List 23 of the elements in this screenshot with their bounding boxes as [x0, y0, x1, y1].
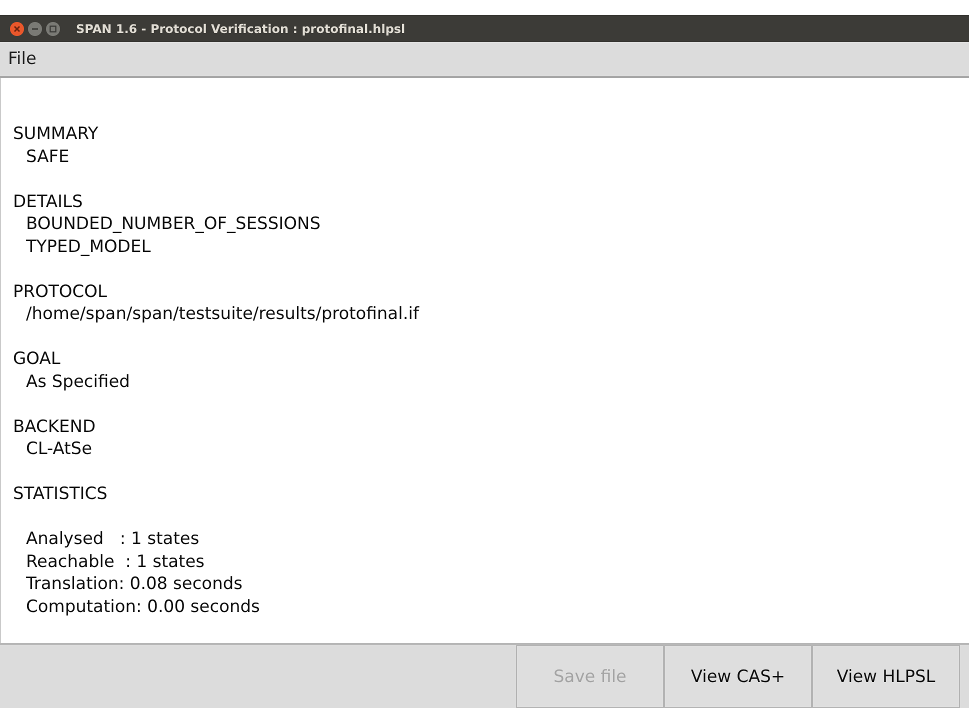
menu-item[interactable]: File: [8, 49, 36, 69]
maximize-icon[interactable]: [46, 22, 60, 36]
section-value: SAFE: [25, 146, 70, 168]
action-button[interactable]: View HLPSL: [812, 645, 960, 708]
minimize-icon[interactable]: [28, 22, 42, 36]
section-heading: PROTOCOL: [13, 280, 108, 303]
statistic-line: Computation: 0.00 seconds: [25, 596, 261, 618]
statistic-line: Translation: 0.08 seconds: [25, 573, 244, 596]
close-icon[interactable]: [10, 22, 24, 36]
statistic-line: Reachable : 1 states: [25, 550, 206, 573]
section-heading: DETAILS: [13, 190, 84, 213]
section-heading: GOAL: [13, 348, 62, 370]
section-value: TYPED_MODEL: [25, 236, 152, 258]
window-title: SPAN 1.6 - Protocol Verification : protofinal.hlpsl: [76, 22, 406, 36]
action-button[interactable]: View CAS+: [664, 645, 812, 708]
section-value: CL-AtSe: [25, 438, 94, 460]
statistic-line: Analysed : 1 states: [25, 528, 200, 550]
section-value: /home/span/span/testsuite/results/protofinal.if: [25, 303, 420, 326]
section-heading: BACKEND: [13, 416, 97, 438]
section-value: BOUNDED_NUMBER_OF_SESSIONS: [25, 213, 322, 236]
section-heading: SUMMARY: [13, 123, 100, 146]
section-heading: STATISTICS: [13, 483, 108, 506]
section-value: As Specified: [25, 370, 131, 393]
